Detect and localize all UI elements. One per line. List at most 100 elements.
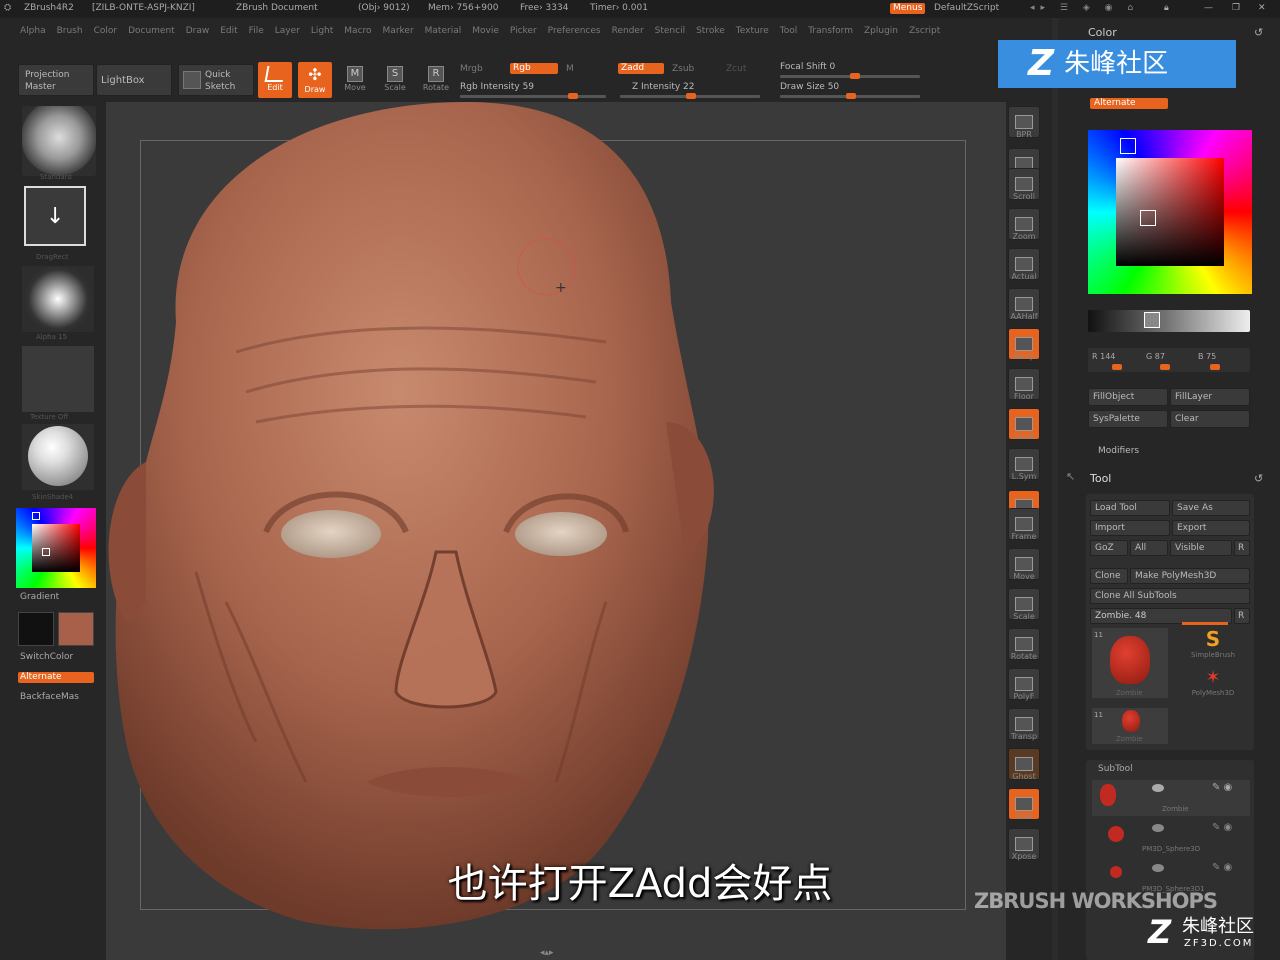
document-canvas[interactable]: + <box>106 102 1006 960</box>
simplebrush-thumb[interactable]: S SimpleBrush <box>1176 628 1250 664</box>
tool-panel-pin-icon[interactable]: ↖ <box>1066 470 1075 483</box>
z-intensity-slider[interactable]: Z Intensity 22 <box>632 82 695 93</box>
alternate-button-left[interactable]: Alternate <box>18 672 94 683</box>
script-button[interactable]: DefaultZScript <box>934 3 999 14</box>
brush-thumbnail[interactable] <box>22 106 96 176</box>
subtool-title[interactable]: SubTool <box>1098 764 1133 775</box>
m-button[interactable]: M <box>566 64 574 75</box>
export-button[interactable]: Export <box>1172 520 1250 536</box>
menu-zscript[interactable]: Zscript <box>909 26 940 37</box>
subtool-row-0-brush-icon[interactable]: ✎ ◉ <box>1212 782 1232 793</box>
menu-picker[interactable]: Picker <box>510 26 537 37</box>
menu-draw[interactable]: Draw <box>186 26 210 37</box>
zcut-button[interactable]: Zcut <box>726 64 746 75</box>
alternate-button-right[interactable]: Alternate <box>1090 98 1168 109</box>
draw-button[interactable]: ✣ Draw <box>298 62 332 98</box>
load-tool-button[interactable]: Load Tool <box>1090 500 1170 516</box>
color-picker-wheel[interactable] <box>1088 130 1252 294</box>
zadd-button[interactable]: Zadd <box>618 63 664 74</box>
blue-slider-thumb[interactable] <box>1210 364 1220 370</box>
red-slider-thumb[interactable] <box>1112 364 1122 370</box>
backface-mask-button[interactable]: BackfaceMas <box>20 692 79 703</box>
menu-material[interactable]: Material <box>425 26 462 37</box>
zombie-head-model[interactable]: + <box>106 102 1006 960</box>
rgb-intensity-track[interactable] <box>460 95 606 98</box>
draw-size-thumb[interactable] <box>846 93 856 99</box>
blue-value[interactable]: B 75 <box>1198 351 1216 362</box>
menu-tool[interactable]: Tool <box>780 26 797 37</box>
draw-size-slider[interactable]: Draw Size 50 <box>780 82 839 93</box>
current-tool-r-button[interactable]: R <box>1234 608 1250 624</box>
sys-palette-button[interactable]: SysPalette <box>1088 410 1168 428</box>
polymesh-thumb[interactable]: ✶ PolyMesh3D <box>1176 668 1250 702</box>
lock-icon[interactable]: 🔒︎ <box>1164 3 1169 14</box>
tool-panel-reset-icon[interactable]: ↺ <box>1254 472 1263 485</box>
value-gradient-bar[interactable] <box>1088 310 1250 332</box>
green-value[interactable]: G 87 <box>1146 351 1165 362</box>
menu-document[interactable]: Document <box>128 26 175 37</box>
goz-r-button[interactable]: R <box>1234 540 1250 556</box>
rgb-button[interactable]: Rgb <box>510 63 558 74</box>
menu-layer[interactable]: Layer <box>275 26 300 37</box>
color-panel-title[interactable]: Color <box>1088 26 1117 39</box>
rgb-intensity-slider[interactable]: Rgb Intensity 59 <box>460 82 534 93</box>
goz-button[interactable]: GoZ <box>1090 540 1128 556</box>
menu-texture[interactable]: Texture <box>736 26 769 37</box>
menu-edit[interactable]: Edit <box>220 26 237 37</box>
menu-render[interactable]: Render <box>612 26 644 37</box>
current-tool-slider-thumb[interactable] <box>1182 622 1228 625</box>
tool-thumb-zombie-small[interactable]: 11 Zombie <box>1092 708 1168 744</box>
menus-button[interactable]: Menus <box>890 3 926 14</box>
switch-color-button[interactable]: SwitchColor <box>20 652 73 663</box>
move-button[interactable]: M Move <box>340 62 370 98</box>
main-color-swatch[interactable] <box>18 612 54 646</box>
window-icons[interactable]: ◂▸ ☰ ◈ ◉ ⌂ <box>1030 3 1139 14</box>
focal-shift-thumb[interactable] <box>850 73 860 79</box>
menu-stroke[interactable]: Stroke <box>696 26 725 37</box>
menu-transform[interactable]: Transform <box>808 26 853 37</box>
menu-movie[interactable]: Movie <box>472 26 499 37</box>
menu-stencil[interactable]: Stencil <box>655 26 685 37</box>
fill-object-button[interactable]: FillObject <box>1088 388 1168 406</box>
menu-brush[interactable]: Brush <box>57 26 83 37</box>
menu-light[interactable]: Light <box>311 26 333 37</box>
menu-marker[interactable]: Marker <box>383 26 414 37</box>
alpha-thumbnail[interactable] <box>22 266 94 332</box>
mini-color-square[interactable] <box>32 524 80 572</box>
fill-layer-button[interactable]: FillLayer <box>1170 388 1250 406</box>
texture-thumbnail[interactable] <box>22 346 94 412</box>
tool-thumb-zombie[interactable]: 11 Zombie <box>1092 628 1168 698</box>
stroke-thumbnail[interactable]: ↓ <box>24 186 86 246</box>
minimize-icon[interactable]: — <box>1204 3 1213 14</box>
goz-visible-button[interactable]: Visible <box>1170 540 1232 556</box>
menu-alpha[interactable]: Alpha <box>20 26 46 37</box>
projection-master-button[interactable]: Projection Master <box>18 64 94 96</box>
subtool-row-0-eye-icon[interactable] <box>1152 784 1164 792</box>
menu-preferences[interactable]: Preferences <box>548 26 601 37</box>
bottom-tray-toggle-icon[interactable]: ◂▴▸ <box>540 948 554 958</box>
close-icon[interactable]: ✕ <box>1258 3 1266 14</box>
material-thumbnail[interactable] <box>22 424 94 490</box>
scale-button[interactable]: S Scale <box>380 62 410 98</box>
mini-color-picker[interactable] <box>16 508 96 588</box>
quick-sketch-button[interactable]: Quick Sketch <box>178 64 254 96</box>
red-value[interactable]: R 144 <box>1092 351 1115 362</box>
rgb-intensity-thumb[interactable] <box>568 93 578 99</box>
color-picker-square[interactable] <box>1116 158 1224 266</box>
save-as-button[interactable]: Save As <box>1172 500 1250 516</box>
menu-macro[interactable]: Macro <box>344 26 371 37</box>
z-intensity-thumb[interactable] <box>686 93 696 99</box>
clone-all-subtools-button[interactable]: Clone All SubTools <box>1090 588 1250 604</box>
subtool-row-1-brush-icon[interactable]: ✎ ◉ <box>1212 822 1232 833</box>
edit-button[interactable]: Edit <box>258 62 292 98</box>
zsub-button[interactable]: Zsub <box>672 64 694 75</box>
rotate-button[interactable]: R Rotate <box>420 62 452 98</box>
secondary-color-swatch[interactable] <box>58 612 94 646</box>
menu-zplugin[interactable]: Zplugin <box>864 26 898 37</box>
focal-shift-slider[interactable]: Focal Shift 0 <box>780 62 835 73</box>
goz-all-button[interactable]: All <box>1130 540 1168 556</box>
modifiers-button[interactable]: Modifiers <box>1098 446 1139 457</box>
maximize-icon[interactable]: ❐ <box>1232 3 1240 14</box>
gradient-label[interactable]: Gradient <box>20 592 59 603</box>
subtool-row-1-eye-icon[interactable] <box>1152 824 1164 832</box>
